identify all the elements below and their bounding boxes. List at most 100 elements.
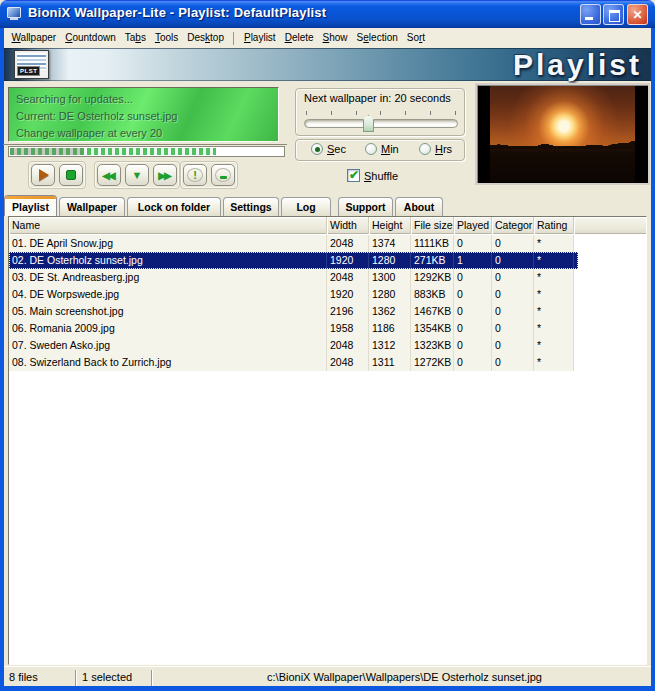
cell-height: 1300 [369, 269, 411, 286]
playlist-file-icon[interactable]: PLST [14, 50, 49, 79]
cell-height: 1186 [369, 320, 411, 337]
minimize-button[interactable] [580, 4, 601, 25]
cell-file-size: 1323KB [411, 337, 454, 354]
transport-group-1 [28, 161, 86, 189]
maximize-button[interactable] [603, 4, 624, 25]
column-header-played[interactable]: Played [454, 217, 492, 234]
cell-file-size: 1467KB [411, 303, 454, 320]
cell-name: 05. Main screenshot.jpg [9, 303, 327, 320]
menu-selection[interactable]: Selection [352, 29, 402, 47]
cell-played: 0 [454, 320, 492, 337]
wallpaper-preview [475, 83, 650, 185]
next-wallpaper-label: Next wallpaper in: 20 seconds [304, 92, 464, 104]
stop-button[interactable] [59, 164, 83, 186]
status-path: c:\BioniX Wallpaper\Wallpapers\DE Osterh… [153, 667, 651, 686]
down-button[interactable]: ▼ [125, 164, 149, 186]
cell-rating: * [534, 252, 574, 269]
cell-categor: 0 [492, 320, 534, 337]
cell-height: 1311 [369, 354, 411, 371]
menu-countdown[interactable]: Countdown [61, 29, 121, 47]
status-line-3: Change wallpaper at every 20 [16, 125, 278, 142]
column-header-filler [574, 217, 646, 234]
menu-playlist[interactable]: Playlist [239, 29, 280, 47]
cell-file-size: 1292KB [411, 269, 454, 286]
radio-min-icon [365, 143, 377, 155]
toolbar-band: PLST Playlist [4, 48, 651, 81]
cell-categor: 0 [492, 269, 534, 286]
alert-button[interactable]: ! [183, 164, 207, 186]
column-header-name[interactable]: Name [9, 217, 327, 234]
progress-bar [8, 146, 285, 157]
shuffle-checkbox[interactable]: ✔ [347, 169, 360, 182]
close-button[interactable] [627, 4, 648, 25]
play-button[interactable] [31, 164, 55, 186]
cell-categor: 0 [492, 252, 534, 269]
column-header-categor[interactable]: Categor [492, 217, 534, 234]
cell-width: 1920 [327, 252, 369, 269]
table-row[interactable]: 05. Main screenshot.jpg219613621467KB00* [9, 303, 574, 320]
tab-settings[interactable]: Settings [223, 197, 279, 216]
cell-name: 07. Sweden Asko.jpg [9, 337, 327, 354]
cell-height: 1280 [369, 286, 411, 303]
radio-hrs-label: Hrs [435, 143, 452, 155]
column-header-file-size[interactable]: File size [411, 217, 454, 234]
playlist-logo: Playlist [513, 48, 642, 81]
status-display: Searching for updates... Current: DE Ost… [8, 87, 279, 142]
table-row[interactable]: 08. Swizerland Back to Zurrich.jpg204813… [9, 354, 574, 371]
interval-slider[interactable] [304, 119, 458, 128]
menu-sort[interactable]: Sort [402, 29, 429, 47]
column-header-height[interactable]: Height [369, 217, 411, 234]
cell-categor: 0 [492, 286, 534, 303]
menu-wallpaper[interactable]: Wallpaper [7, 29, 61, 47]
tab-about[interactable]: About [395, 197, 443, 216]
radio-hrs[interactable]: Hrs [419, 143, 452, 155]
window-title: BioniX Wallpaper-Lite - Playlist: Defaul… [28, 5, 326, 20]
table-row[interactable]: 04. DE Worpswede.jpg19201280883KB00* [9, 286, 574, 303]
tab-lock-on-folder[interactable]: Lock on folder [127, 197, 221, 216]
menu-tabs[interactable]: Tabs [120, 29, 150, 47]
previous-button[interactable]: ◀◀ [97, 164, 121, 186]
window-border-bottom [0, 686, 655, 691]
cell-played: 0 [454, 303, 492, 320]
stop-icon [66, 170, 76, 180]
tab-log[interactable]: Log [281, 197, 331, 216]
tab-support[interactable]: Support [338, 197, 393, 216]
menu-tools[interactable]: Tools [150, 29, 182, 47]
menu-desktop[interactable]: Desktop [183, 29, 229, 47]
menu-show[interactable]: Show [318, 29, 352, 47]
slider-thumb[interactable] [363, 115, 374, 132]
table-row[interactable]: 01. DE April Snow.jpg204813741111KB00* [9, 235, 574, 252]
table-row[interactable]: 02. DE Osterholz sunset.jpg19201280271KB… [9, 252, 578, 269]
cell-width: 1920 [327, 286, 369, 303]
cell-width: 2048 [327, 354, 369, 371]
next-button[interactable]: ▶▶ [153, 164, 177, 186]
status-bar: 8 files 1 selected c:\BioniX Wallpaper\W… [4, 666, 651, 686]
menu-delete[interactable]: Delete [280, 29, 318, 47]
table-row[interactable]: 07. Sweden Asko.jpg204813121323KB00* [9, 337, 574, 354]
column-header-rating[interactable]: Rating [534, 217, 574, 234]
cell-height: 1312 [369, 337, 411, 354]
tab-wallpaper[interactable]: Wallpaper [59, 197, 125, 216]
cell-categor: 0 [492, 303, 534, 320]
title-bar[interactable]: BioniX Wallpaper-Lite - Playlist: Defaul… [0, 0, 655, 28]
playlist-table: NameWidthHeightFile sizePlayedCategorRat… [8, 216, 647, 665]
cell-played: 1 [454, 252, 492, 269]
tab-playlist[interactable]: Playlist [4, 195, 57, 216]
cell-width: 2196 [327, 303, 369, 320]
cell-rating: * [534, 337, 574, 354]
cell-played: 0 [454, 286, 492, 303]
radio-min[interactable]: Min [365, 143, 399, 155]
table-row[interactable]: 06. Romania 2009.jpg195811861354KB00* [9, 320, 574, 337]
minimize-to-tray-button[interactable] [211, 164, 235, 186]
cell-name: 06. Romania 2009.jpg [9, 320, 327, 337]
table-row[interactable]: 03. DE St. Andreasberg.jpg204813001292KB… [9, 269, 574, 286]
table-header: NameWidthHeightFile sizePlayedCategorRat… [9, 217, 646, 234]
cell-categor: 0 [492, 354, 534, 371]
window-border-right [651, 28, 655, 686]
radio-sec[interactable]: Sec [311, 143, 346, 155]
radio-min-label: Min [381, 143, 399, 155]
cell-rating: * [534, 235, 574, 252]
cell-height: 1374 [369, 235, 411, 252]
progress-buffer [10, 148, 84, 155]
column-header-width[interactable]: Width [327, 217, 369, 234]
